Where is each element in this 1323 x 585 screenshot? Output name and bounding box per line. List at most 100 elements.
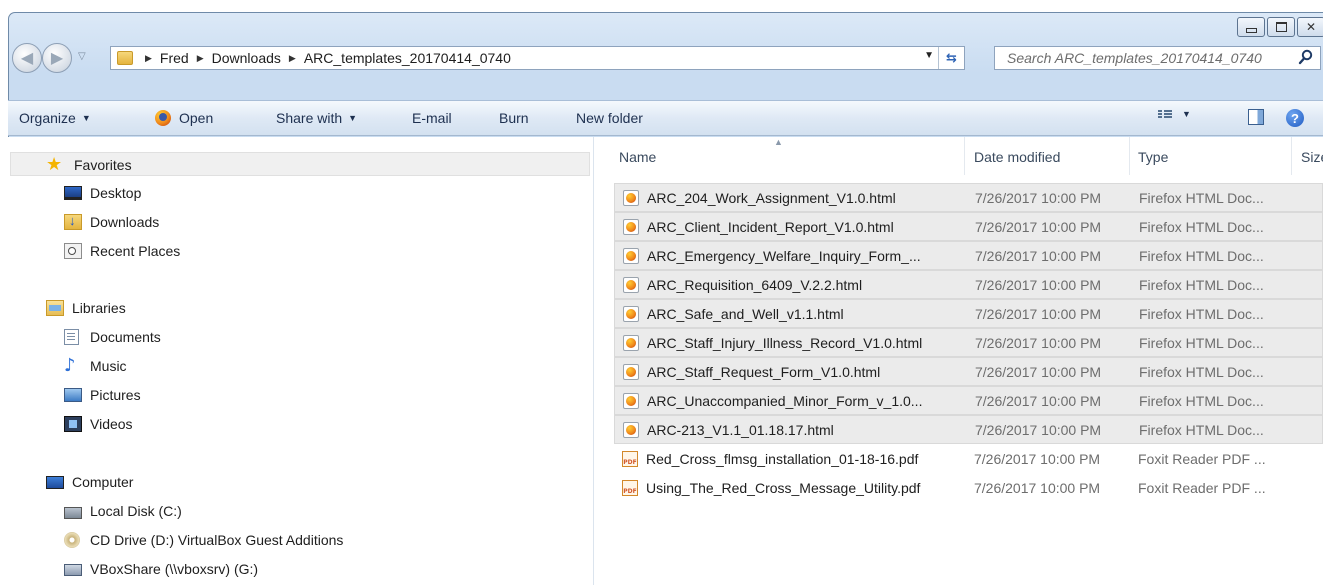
- file-row[interactable]: ARC_Emergency_Welfare_Inquiry_Form_... 7/…: [614, 241, 1323, 270]
- firefox-html-file-icon: [623, 247, 639, 264]
- file-date: 7/26/2017 10:00 PM: [975, 305, 1102, 322]
- new-folder-button[interactable]: New folder: [576, 110, 643, 126]
- sidebar-item-music[interactable]: ♪ Music: [64, 357, 127, 375]
- downloads-folder-icon: [64, 213, 82, 230]
- file-date: 7/26/2017 10:00 PM: [975, 276, 1102, 293]
- back-arrow-icon: ◀: [20, 50, 34, 67]
- file-name: ARC_Client_Incident_Report_V1.0.html: [647, 218, 894, 235]
- file-type: Foxit Reader PDF ...: [1138, 479, 1266, 496]
- email-label: E-mail: [412, 110, 452, 126]
- column-header-type[interactable]: Type: [1138, 149, 1168, 165]
- close-button[interactable]: ✕: [1297, 17, 1323, 37]
- file-name-cell: ARC_Safe_and_Well_v1.1.html: [623, 305, 844, 322]
- address-dropdown-icon[interactable]: ▼: [924, 50, 934, 61]
- file-row[interactable]: ARC_204_Work_Assignment_V1.0.html 7/26/20…: [614, 183, 1323, 212]
- file-row[interactable]: ARC_Client_Incident_Report_V1.0.html 7/26…: [614, 212, 1323, 241]
- file-date: 7/26/2017 10:00 PM: [975, 189, 1102, 206]
- file-date: 7/26/2017 10:00 PM: [975, 363, 1102, 380]
- chevron-down-icon: ▼: [81, 113, 91, 123]
- preview-pane-button[interactable]: [1248, 109, 1264, 125]
- disk-icon: [64, 506, 82, 519]
- file-row[interactable]: ARC_Safe_and_Well_v1.1.html 7/26/2017 10:…: [614, 299, 1323, 328]
- sidebar-item-cd-drive[interactable]: CD Drive (D:) VirtualBox Guest Additions: [64, 532, 343, 548]
- sidebar-item-downloads[interactable]: Downloads: [64, 213, 159, 230]
- chevron-down-icon: ▼: [1182, 109, 1191, 119]
- sidebar-item-videos[interactable]: Videos: [64, 416, 133, 432]
- search-icon[interactable]: [1298, 49, 1314, 65]
- new-folder-label: New folder: [576, 110, 643, 126]
- refresh-button[interactable]: ⇆: [938, 47, 964, 69]
- sidebar-item-documents[interactable]: Documents: [64, 329, 161, 345]
- search-box[interactable]: [994, 46, 1321, 70]
- sidebar-item-libraries[interactable]: Libraries: [46, 300, 126, 316]
- sidebar-item-pictures[interactable]: Pictures: [64, 387, 141, 403]
- breadcrumb-fred[interactable]: Fred: [160, 50, 189, 66]
- sidebar-item-vboxshare[interactable]: VBoxShare (\\vboxsrv) (G:): [64, 561, 258, 577]
- help-button[interactable]: ?: [1286, 109, 1304, 127]
- file-row[interactable]: ARC_Staff_Request_Form_V1.0.html 7/26/201…: [614, 357, 1323, 386]
- sidebar-item-computer[interactable]: Computer: [46, 474, 133, 490]
- sidebar-item-recent-places[interactable]: Recent Places: [64, 243, 180, 259]
- file-name-cell: ARC_Staff_Injury_Illness_Record_V1.0.htm…: [623, 334, 922, 351]
- open-button[interactable]: Open: [155, 110, 213, 126]
- network-drive-icon: [64, 564, 82, 576]
- sidebar-item-label: Computer: [72, 474, 134, 490]
- breadcrumb-downloads[interactable]: Downloads: [212, 50, 281, 66]
- file-name-cell: ARC_204_Work_Assignment_V1.0.html: [623, 189, 896, 206]
- breadcrumb-chevron-icon[interactable]: ▶: [197, 53, 204, 64]
- file-name-cell: PDF Red_Cross_flmsg_installation_01-18-16…: [622, 450, 919, 467]
- recent-pages-dropdown-icon[interactable]: ▽: [78, 51, 86, 62]
- sidebar-item-desktop[interactable]: Desktop: [64, 185, 141, 201]
- share-with-button[interactable]: Share with ▼: [276, 110, 357, 126]
- breadcrumb-chevron-icon[interactable]: ▶: [289, 53, 296, 64]
- column-header-name[interactable]: Name: [619, 149, 656, 165]
- file-type: Firefox HTML Doc...: [1139, 218, 1264, 235]
- search-input[interactable]: [1007, 50, 1297, 66]
- column-divider[interactable]: [1129, 137, 1130, 175]
- forward-button[interactable]: ▶: [42, 43, 72, 73]
- file-rows: ARC_204_Work_Assignment_V1.0.html 7/26/20…: [614, 183, 1323, 502]
- caption-buttons: ✕: [1237, 17, 1323, 37]
- sidebar-item-label: Documents: [90, 329, 161, 345]
- firefox-html-file-icon: [623, 392, 639, 409]
- file-row[interactable]: PDF Red_Cross_flmsg_installation_01-18-16…: [614, 444, 1323, 473]
- column-header-size[interactable]: Size: [1301, 149, 1323, 165]
- column-divider[interactable]: [964, 137, 965, 175]
- file-date: 7/26/2017 10:00 PM: [975, 392, 1102, 409]
- file-row[interactable]: ARC_Requisition_6409_V.2.2.html 7/26/2017…: [614, 270, 1323, 299]
- minimize-button[interactable]: [1237, 17, 1265, 37]
- change-view-button[interactable]: ▼: [1158, 109, 1191, 119]
- navigation-pane: ★ Favorites Desktop Downloads Recent Pla…: [8, 137, 594, 585]
- maximize-button[interactable]: [1267, 17, 1295, 37]
- file-date: 7/26/2017 10:00 PM: [974, 450, 1101, 467]
- back-button[interactable]: ◀: [12, 43, 42, 73]
- breadcrumb-current-folder[interactable]: ARC_templates_20170414_0740: [304, 50, 511, 66]
- share-with-label: Share with: [276, 110, 343, 126]
- organize-button[interactable]: Organize ▼: [19, 110, 91, 126]
- sidebar-item-label: Favorites: [74, 157, 132, 173]
- sidebar-item-favorites[interactable]: ★ Favorites: [46, 156, 132, 174]
- column-divider[interactable]: [1291, 137, 1292, 175]
- file-row[interactable]: ARC_Staff_Injury_Illness_Record_V1.0.htm…: [614, 328, 1323, 357]
- pictures-icon: [64, 388, 82, 402]
- file-row[interactable]: ARC-213_V1.1_01.18.17.html 7/26/2017 10:0…: [614, 415, 1323, 444]
- address-bar[interactable]: ▶ Fred ▶ Downloads ▶ ARC_templates_20170…: [110, 46, 965, 70]
- file-date: 7/26/2017 10:00 PM: [975, 334, 1102, 351]
- sidebar-item-label: Local Disk (C:): [90, 503, 182, 519]
- file-row[interactable]: ARC_Unaccompanied_Minor_Form_v_1.0... 7/2…: [614, 386, 1323, 415]
- firefox-html-file-icon: [623, 305, 639, 322]
- file-row[interactable]: PDF Using_The_Red_Cross_Message_Utility.p…: [614, 473, 1323, 502]
- firefox-html-file-icon: [623, 334, 639, 351]
- sidebar-item-label: Desktop: [90, 185, 142, 201]
- column-header-date-modified[interactable]: Date modified: [974, 149, 1060, 165]
- sidebar-item-local-disk[interactable]: Local Disk (C:): [64, 503, 182, 519]
- burn-button[interactable]: Burn: [499, 110, 529, 126]
- views-icon: [1158, 110, 1172, 118]
- sidebar-item-label: Music: [90, 358, 127, 374]
- email-button[interactable]: E-mail: [412, 110, 452, 126]
- breadcrumb-chevron-icon[interactable]: ▶: [145, 53, 152, 64]
- file-name: Red_Cross_flmsg_installation_01-18-16.pd…: [646, 450, 919, 467]
- file-name-cell: PDF Using_The_Red_Cross_Message_Utility.p…: [622, 479, 920, 496]
- file-type: Foxit Reader PDF ...: [1138, 450, 1266, 467]
- videos-icon: [64, 416, 82, 432]
